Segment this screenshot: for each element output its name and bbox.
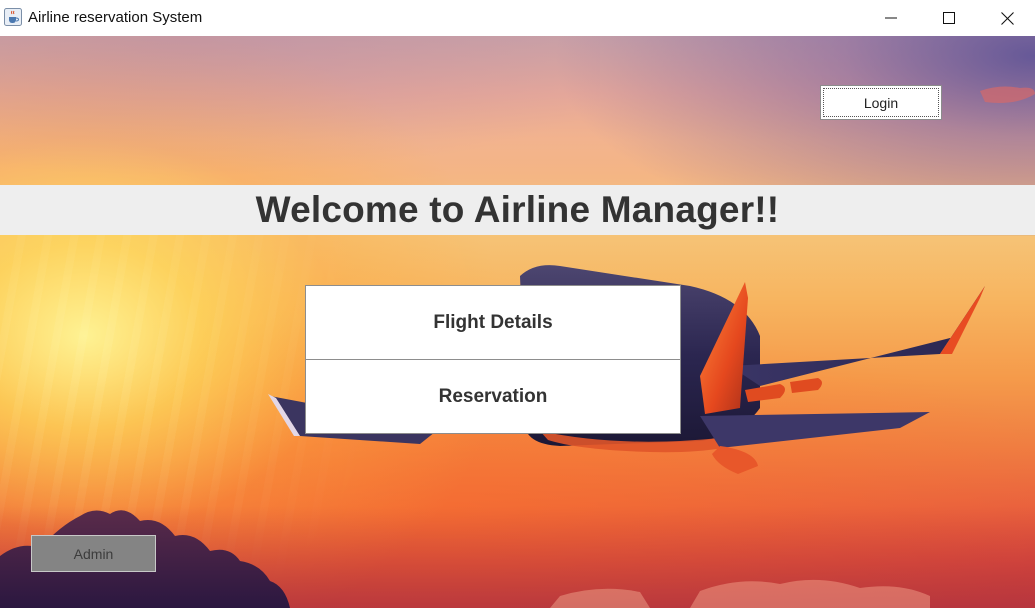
java-cup-icon [4, 8, 22, 26]
app-window: Airline reservation System Login Welcome… [0, 0, 1035, 608]
close-button[interactable] [978, 0, 1035, 36]
content-panel: Login Welcome to Airline Manager!! Fligh… [0, 36, 1035, 608]
maximize-button[interactable] [920, 0, 978, 36]
admin-button[interactable]: Admin [31, 535, 156, 572]
close-icon [1000, 11, 1014, 25]
flight-details-label: Flight Details [433, 311, 553, 333]
login-button[interactable]: Login [820, 85, 942, 120]
admin-button-label: Admin [73, 545, 114, 562]
welcome-heading: Welcome to Airline Manager!! [255, 189, 780, 230]
title-bar: Airline reservation System [0, 0, 1035, 36]
login-button-label: Login [863, 94, 899, 111]
minimize-button[interactable] [862, 0, 920, 36]
reservation-button[interactable]: Reservation [305, 359, 681, 434]
window-title: Airline reservation System [28, 9, 203, 26]
minimize-icon [885, 12, 897, 24]
maximize-icon [943, 12, 955, 24]
welcome-banner: Welcome to Airline Manager!! [0, 185, 1035, 235]
reservation-label: Reservation [438, 385, 548, 407]
flight-details-button[interactable]: Flight Details [305, 285, 681, 360]
